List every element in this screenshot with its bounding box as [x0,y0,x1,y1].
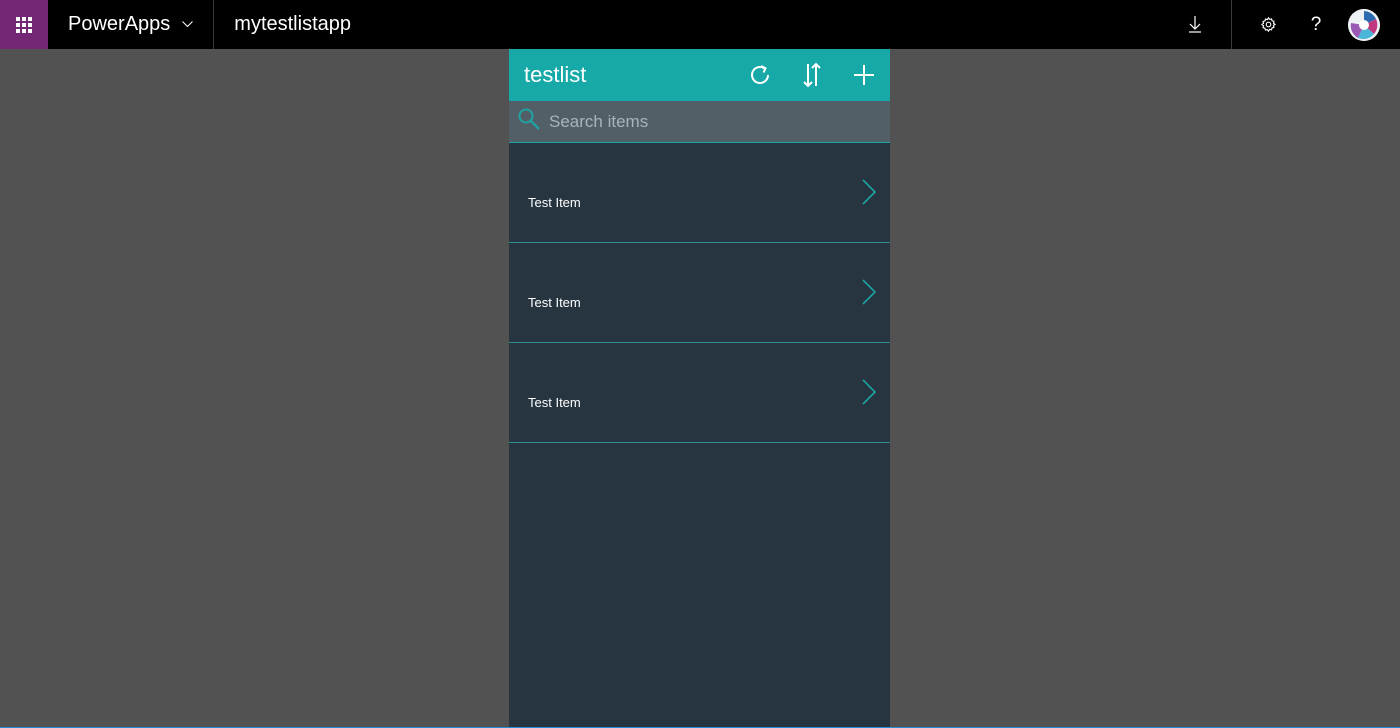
item-title: Test Item [528,395,581,410]
gear-icon[interactable] [1232,0,1304,49]
sort-icon[interactable] [786,49,838,101]
avatar-button[interactable] [1328,0,1400,49]
download-icon[interactable] [1165,0,1225,49]
top-bar: PowerApps mytestlistapp ? [0,0,1400,49]
chevron-down-icon [182,21,194,28]
add-icon[interactable] [838,49,890,101]
chevron-right-icon[interactable] [862,379,877,410]
items-list: Test Item Test Item Test Item [509,143,890,443]
item-title: Test Item [528,195,581,210]
brand-name: PowerApps [68,13,171,35]
item-title: Test Item [528,295,581,310]
app-header: testlist [509,49,890,101]
search-icon [517,107,541,136]
app-title: testlist [524,62,587,87]
refresh-icon[interactable] [734,49,786,101]
chevron-right-icon[interactable] [862,179,877,210]
app-name: mytestlistapp [234,13,351,35]
waffle-icon[interactable] [0,0,48,49]
list-item[interactable]: Test Item [509,143,890,243]
avatar [1348,8,1380,41]
help-icon[interactable]: ? [1304,0,1328,49]
chevron-right-icon[interactable] [862,279,877,310]
list-item[interactable]: Test Item [509,243,890,343]
list-item[interactable]: Test Item [509,343,890,443]
app-canvas: testlist Search items Test Item Test Ite… [509,49,890,728]
search-bar [509,101,890,143]
brand-menu[interactable]: PowerApps [48,0,215,49]
search-input[interactable] [549,111,869,132]
